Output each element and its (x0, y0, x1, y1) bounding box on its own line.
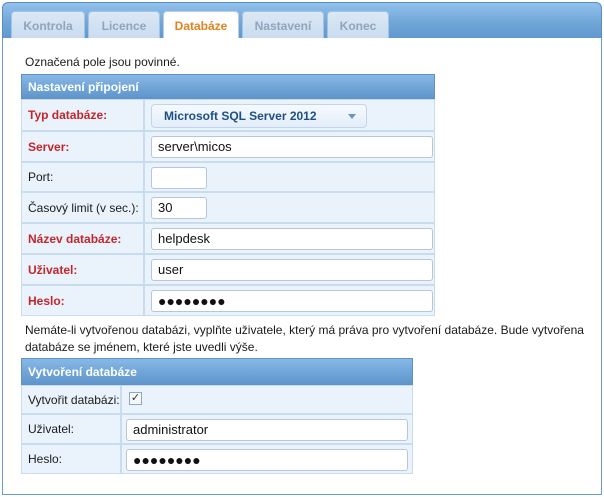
db-type-label: Typ databáze: (21, 99, 144, 131)
tab-databaze[interactable]: Databáze (163, 11, 239, 40)
required-fields-note: Označená pole jsou povinné. (25, 55, 180, 69)
db-creation-header: Vytvoření databáze (21, 358, 413, 385)
chevron-down-icon (348, 114, 356, 119)
create-db-checkbox[interactable]: ✓ (129, 392, 142, 405)
password-label: Heslo: (21, 285, 144, 316)
admin-user-input[interactable]: administrator (126, 419, 408, 441)
content-panel: Označená pole jsou povinné. Nastavení př… (2, 38, 602, 495)
create-db-label: Vytvořit databázi: (21, 385, 121, 414)
port-label: Port: (21, 162, 144, 192)
admin-password-input[interactable]: ●●●●●●●● (126, 449, 408, 471)
user-input[interactable]: user (151, 259, 433, 281)
user-label: Uživatel: (21, 254, 144, 285)
admin-user-label: Uživatel: (21, 414, 121, 444)
tab-konec[interactable]: Konec (327, 11, 389, 40)
db-name-label: Název databáze: (21, 223, 144, 254)
connection-settings-header: Nastavení připojení (21, 74, 435, 99)
db-name-input[interactable]: helpdesk (151, 228, 433, 250)
timeout-label: Časový limit (v sec.): (21, 192, 144, 223)
password-input[interactable]: ●●●●●●●● (151, 290, 433, 312)
db-type-select[interactable]: Microsoft SQL Server 2012 (151, 104, 367, 128)
server-input[interactable]: server\micos (151, 136, 433, 158)
tab-nastaveni[interactable]: Nastavení (242, 11, 324, 40)
create-db-note-line1: Nemáte-li vytvořenou databázi, vyplňte u… (25, 323, 584, 337)
connection-settings-table: Nastavení připojení Typ databáze: Micros… (21, 74, 435, 316)
server-label: Server: (21, 131, 144, 162)
tab-kontrola[interactable]: Kontrola (11, 11, 85, 40)
db-type-value: Microsoft SQL Server 2012 (164, 109, 317, 123)
timeout-input[interactable]: 30 (151, 197, 207, 219)
wizard-tab-bar: Kontrola Licence Databáze Nastavení Kone… (2, 2, 602, 40)
port-input[interactable] (151, 167, 207, 189)
db-creation-table: Vytvoření databáze Vytvořit databázi: ✓ … (21, 358, 413, 474)
admin-password-label: Heslo: (21, 444, 121, 474)
create-db-note-line2: databáze se jménem, které jste uvedli vý… (25, 340, 258, 354)
tab-licence[interactable]: Licence (88, 11, 160, 40)
